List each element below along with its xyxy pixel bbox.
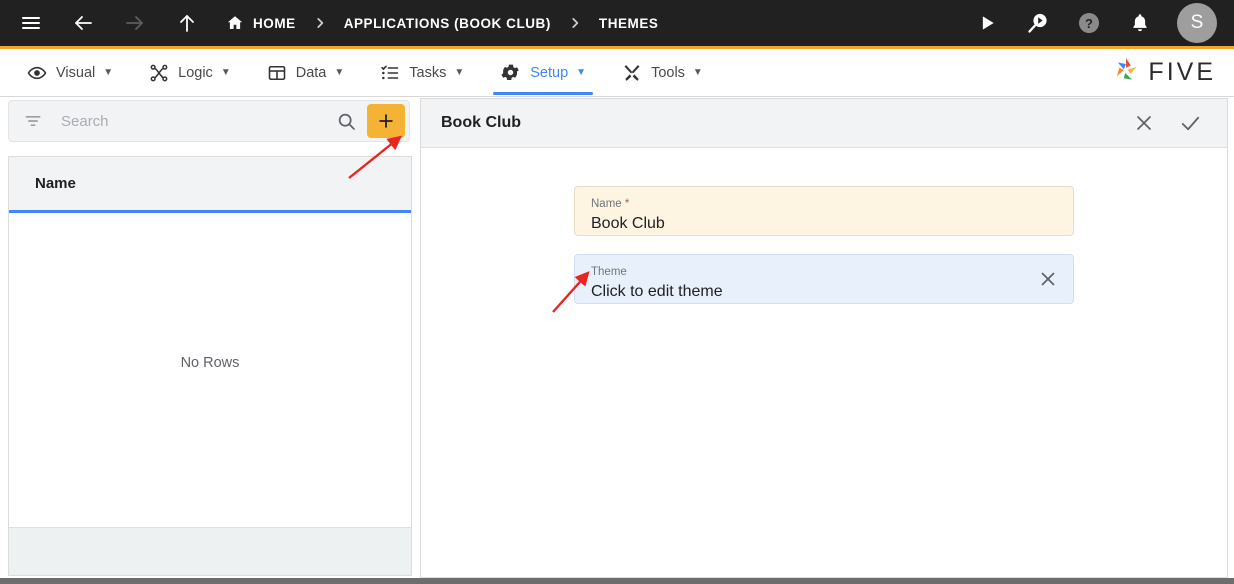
breadcrumb-item-themes[interactable]: THEMES xyxy=(599,16,659,31)
eye-icon xyxy=(27,63,47,83)
table-body: No Rows xyxy=(9,213,411,527)
search-bar xyxy=(8,100,410,142)
page-title: Book Club xyxy=(441,114,521,131)
wrench-screwdriver-icon xyxy=(622,63,642,83)
detail-panel-header: Book Club xyxy=(421,99,1227,148)
flow-nodes-icon xyxy=(149,63,169,83)
breadcrumb: HOME APPLICATIONS (BOOK CLUB) THEMES xyxy=(226,14,658,32)
run-play-icon[interactable] xyxy=(970,6,1004,40)
avatar[interactable]: S xyxy=(1177,3,1217,43)
detail-panel-actions xyxy=(1115,106,1207,140)
breadcrumb-label-applications: APPLICATIONS (BOOK CLUB) xyxy=(343,15,551,31)
bottom-status-bar xyxy=(0,578,1234,584)
close-icon[interactable] xyxy=(1127,106,1161,140)
svg-text:?: ? xyxy=(1085,16,1093,31)
chevron-down-icon: ▼ xyxy=(334,67,345,78)
themes-list-panel: Name No Rows xyxy=(6,98,412,578)
column-header-name[interactable]: Name xyxy=(35,175,76,192)
chevron-down-icon: ▼ xyxy=(692,67,703,78)
chevron-down-icon: ▼ xyxy=(220,67,231,78)
table-header-row: Name xyxy=(9,157,411,213)
menu-label-tasks: Tasks xyxy=(409,64,447,81)
chevron-down-icon: ▼ xyxy=(103,67,114,78)
breadcrumb-item-home[interactable]: HOME xyxy=(226,14,296,32)
brand-logo: FIVE xyxy=(1111,55,1234,90)
chevron-down-icon: ▼ xyxy=(576,67,587,78)
check-icon[interactable] xyxy=(1173,106,1207,140)
app-window: HOME APPLICATIONS (BOOK CLUB) THEMES ? S… xyxy=(0,0,1234,584)
table-grid-icon xyxy=(267,63,287,83)
topbar-actions: ? S xyxy=(953,3,1234,43)
checklist-icon xyxy=(380,63,400,83)
name-field-label: Name * xyxy=(591,198,630,210)
menu-item-visual[interactable]: Visual ▼ xyxy=(14,49,126,97)
detail-panel-body: Name * Book Club Theme Click to edit the… xyxy=(421,148,1227,577)
menu-label-tools: Tools xyxy=(651,64,685,81)
name-field-value: Book Club xyxy=(591,215,665,232)
breadcrumb-separator-1 xyxy=(313,16,327,30)
menu-item-tasks[interactable]: Tasks ▼ xyxy=(367,49,477,97)
theme-field-label: Theme xyxy=(591,266,627,278)
breadcrumb-label-home: HOME xyxy=(253,15,296,31)
search-icon[interactable] xyxy=(336,111,357,132)
bell-notification-icon[interactable] xyxy=(1123,6,1157,40)
help-circle-icon[interactable]: ? xyxy=(1072,6,1106,40)
menu-label-setup: Setup xyxy=(530,64,569,81)
debug-search-play-icon[interactable] xyxy=(1021,6,1055,40)
hamburger-menu-icon[interactable] xyxy=(14,6,48,40)
five-pinwheel-icon xyxy=(1111,55,1141,90)
breadcrumb-label-themes: THEMES xyxy=(598,15,659,31)
theme-detail-panel: Book Club Name * Book Club Theme Click t… xyxy=(420,98,1228,578)
top-navigation-bar: HOME APPLICATIONS (BOOK CLUB) THEMES ? S xyxy=(0,0,1234,46)
menu-label-visual: Visual xyxy=(56,64,96,81)
up-arrow-icon[interactable] xyxy=(170,6,204,40)
search-input[interactable] xyxy=(61,112,336,130)
table-footer xyxy=(9,527,411,575)
breadcrumb-item-applications[interactable]: APPLICATIONS (BOOK CLUB) xyxy=(344,16,551,31)
theme-field-value: Click to edit theme xyxy=(591,283,723,300)
add-theme-button[interactable] xyxy=(367,104,405,138)
back-arrow-icon[interactable] xyxy=(66,6,100,40)
name-field[interactable]: Name * Book Club xyxy=(574,186,1074,236)
main-menu-bar: Visual ▼ Logic ▼ Data ▼ Tasks ▼ Setup ▼ … xyxy=(0,46,1234,97)
gear-icon xyxy=(500,62,521,83)
clear-theme-icon[interactable] xyxy=(1037,268,1059,290)
themes-table: Name No Rows xyxy=(8,156,412,576)
brand-text: FIVE xyxy=(1148,58,1216,86)
menu-item-logic[interactable]: Logic ▼ xyxy=(136,49,244,97)
filter-icon[interactable] xyxy=(23,111,43,131)
menu-label-logic: Logic xyxy=(178,64,213,81)
theme-field[interactable]: Theme Click to edit theme xyxy=(574,254,1074,304)
menu-label-data: Data xyxy=(295,64,327,81)
home-icon xyxy=(226,14,244,32)
chevron-down-icon: ▼ xyxy=(454,67,465,78)
empty-state-text: No Rows xyxy=(180,355,240,371)
menu-item-tools[interactable]: Tools ▼ xyxy=(609,49,716,97)
forward-arrow-icon[interactable] xyxy=(118,6,152,40)
breadcrumb-separator-2 xyxy=(568,16,582,30)
menu-item-setup[interactable]: Setup ▼ xyxy=(487,49,599,97)
menu-item-data[interactable]: Data ▼ xyxy=(254,49,358,97)
